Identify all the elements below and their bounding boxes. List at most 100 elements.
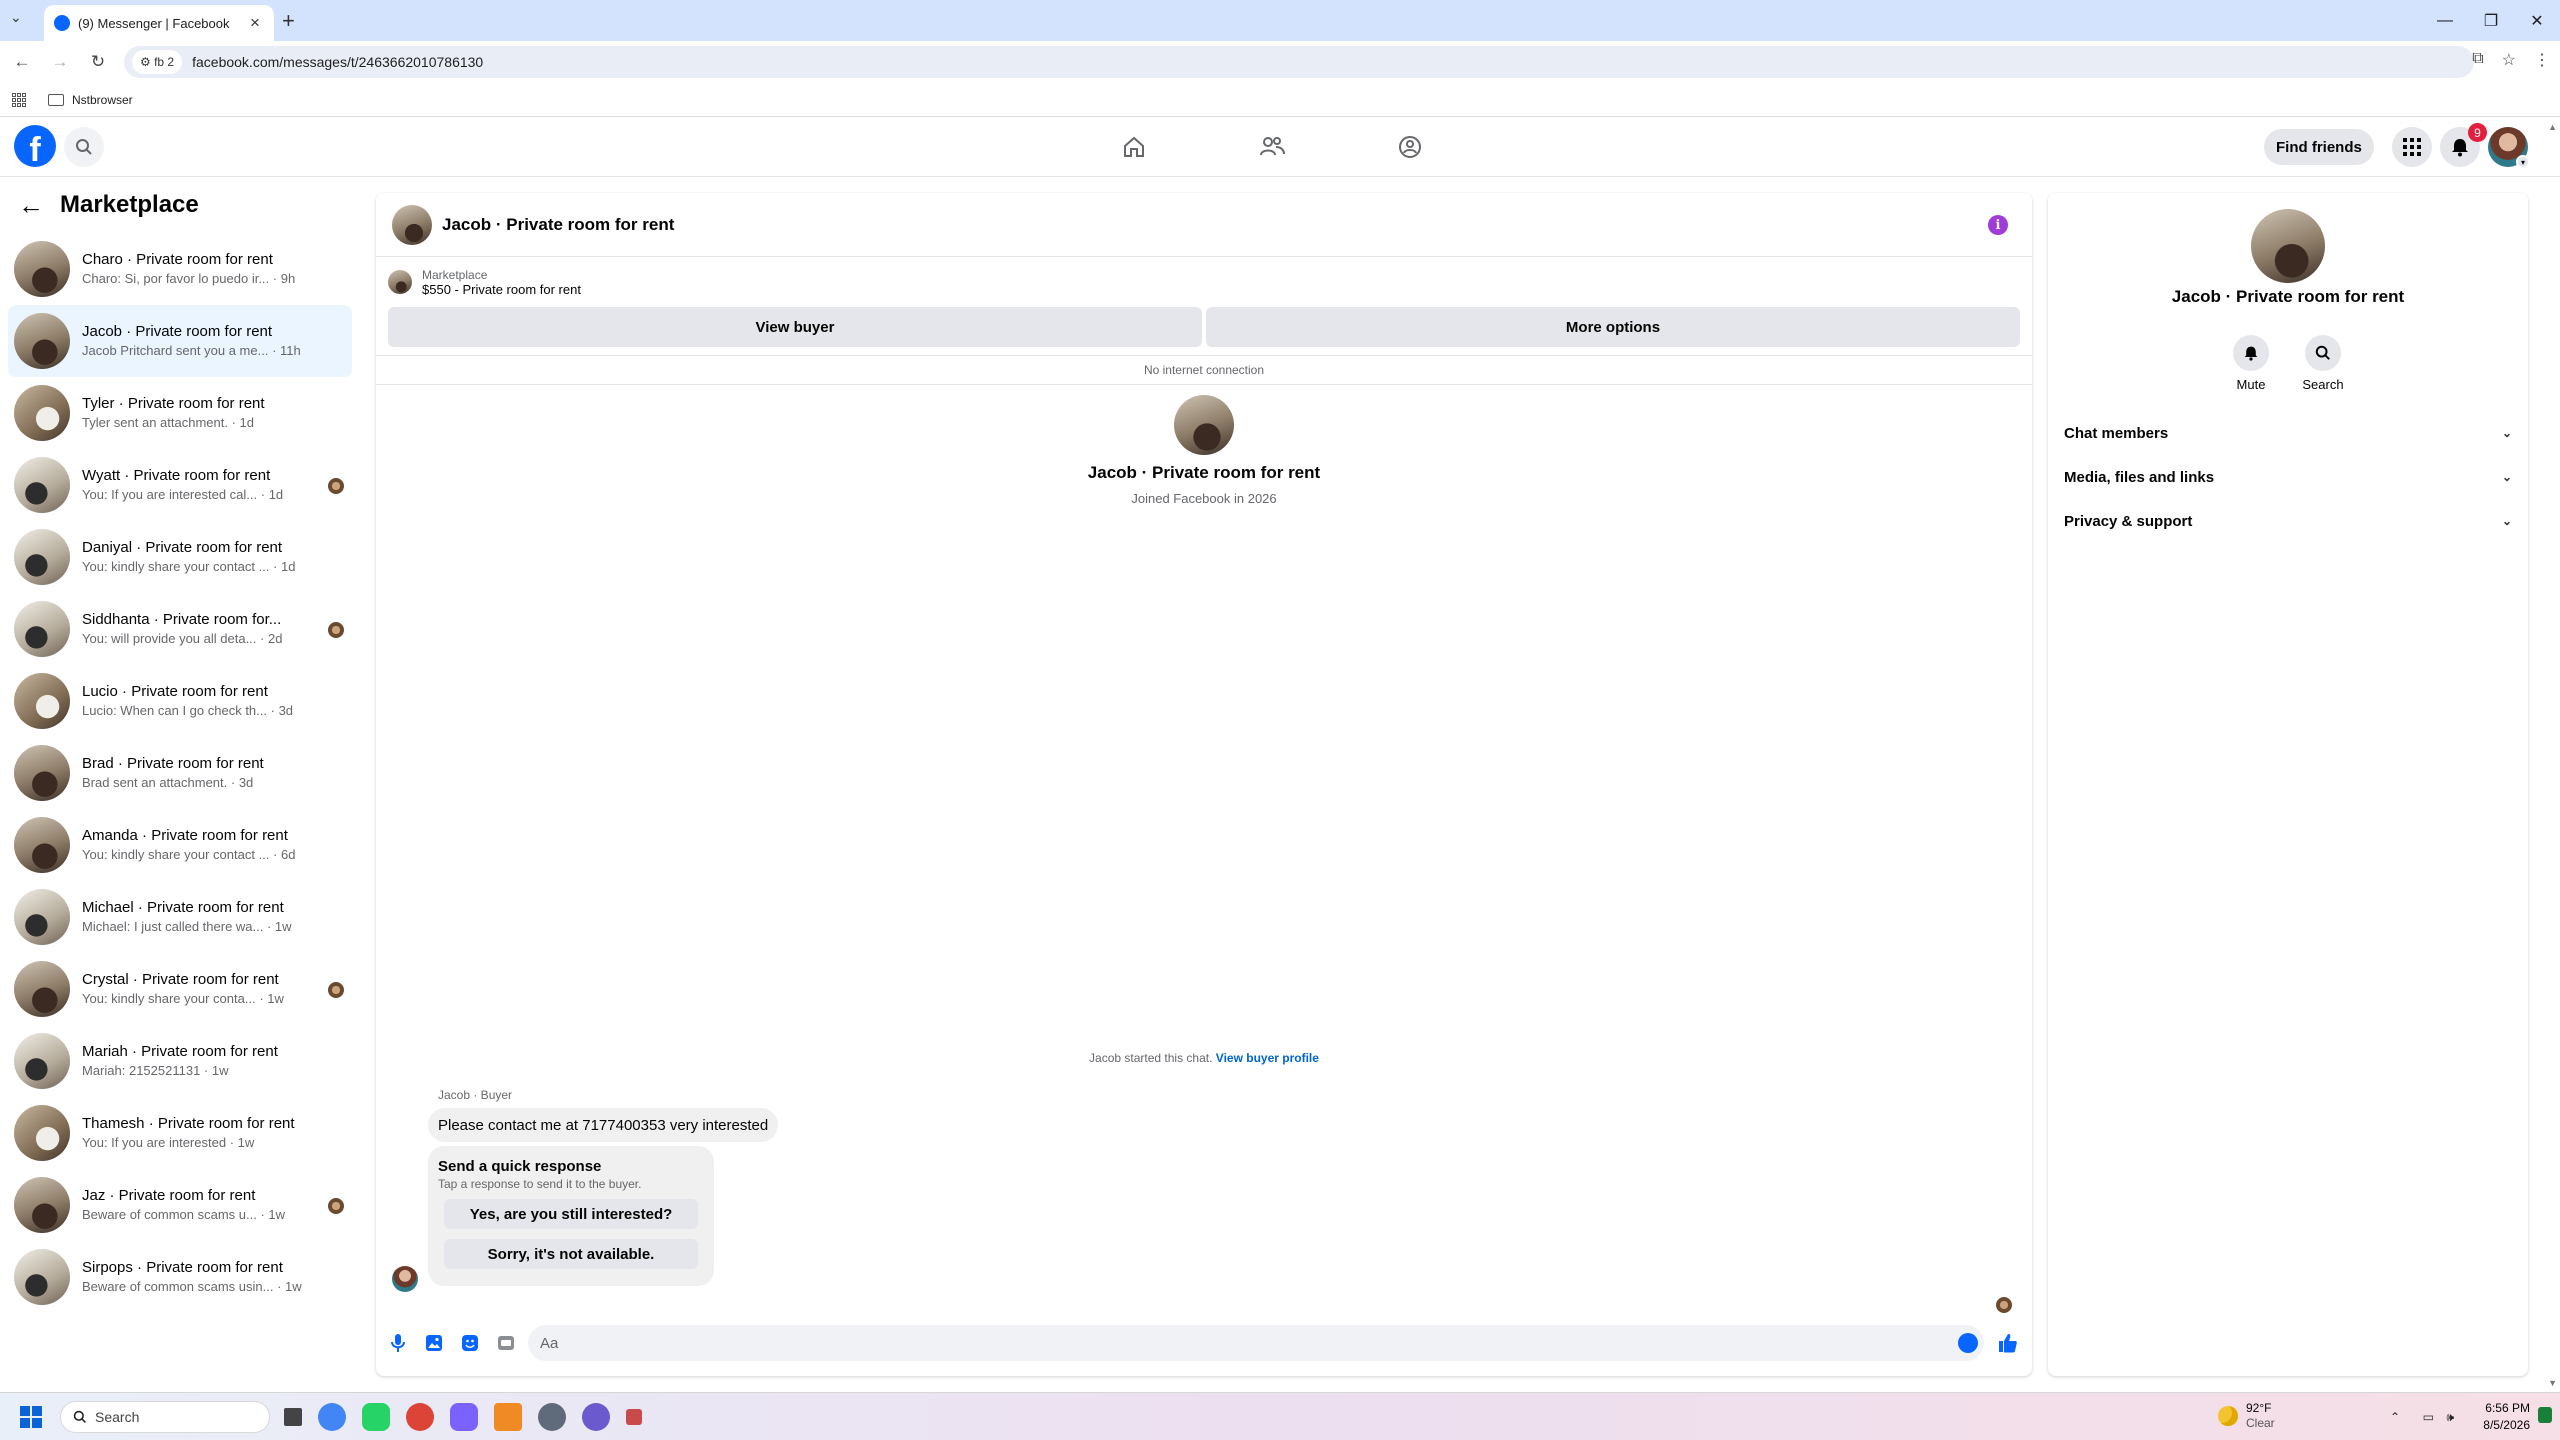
conversation-item[interactable]: Brad · Private room for rent Brad sent an… bbox=[8, 737, 352, 809]
more-options-button[interactable]: More options bbox=[1206, 307, 2020, 347]
windows-start-icon[interactable] bbox=[20, 1405, 42, 1428]
chat-avatar[interactable] bbox=[392, 204, 432, 245]
info-icon[interactable]: i bbox=[1988, 215, 2008, 235]
bookmark-star-icon[interactable]: ☆ bbox=[2502, 50, 2516, 70]
conversation-preview-text: Brad sent an attachment. bbox=[82, 775, 228, 790]
details-avatar[interactable] bbox=[2251, 209, 2325, 283]
browser-tab-messenger[interactable]: (9) Messenger | Facebook × bbox=[44, 5, 274, 41]
intro-avatar[interactable] bbox=[1174, 395, 1234, 455]
new-tab-icon[interactable]: + bbox=[282, 8, 295, 34]
conversation-time: · 1w bbox=[203, 1063, 229, 1078]
chat-title[interactable]: Jacob · Private room for rent bbox=[442, 215, 674, 235]
conversation-preview-text: Beware of common scams usin... bbox=[82, 1279, 274, 1294]
conversation-title: Crystal · Private room for rent bbox=[82, 971, 279, 988]
conversation-preview-text: You: If you are interested cal... bbox=[82, 487, 258, 502]
back-icon[interactable]: ← bbox=[6, 46, 38, 78]
chrome-icon[interactable] bbox=[318, 1402, 346, 1431]
emoji-icon[interactable] bbox=[1958, 1333, 1978, 1353]
close-window-icon[interactable]: ✕ bbox=[2514, 0, 2560, 41]
browser-menu-icon[interactable]: ⋮ bbox=[2534, 50, 2550, 70]
apps-grid-icon[interactable] bbox=[12, 92, 26, 107]
conversation-time: · 3d bbox=[230, 775, 254, 790]
gif-icon[interactable] bbox=[488, 1325, 524, 1361]
conversation-item[interactable]: Lucio · Private room for rent Lucio: When… bbox=[8, 665, 352, 737]
notification-center-icon[interactable] bbox=[2538, 1407, 2552, 1423]
conversation-item[interactable]: Tyler · Private room for rent Tyler sent … bbox=[8, 377, 352, 449]
conversation-time: · 1w bbox=[266, 919, 292, 934]
back-arrow-icon[interactable]: ← bbox=[18, 190, 44, 221]
tray-chevron-icon[interactable]: ⌃ bbox=[2390, 1410, 2400, 1424]
sticker-icon[interactable] bbox=[452, 1325, 488, 1361]
quick-response-subtitle: Tap a response to send it to the buyer. bbox=[438, 1177, 642, 1191]
thumbs-up-icon[interactable] bbox=[1990, 1325, 2026, 1361]
listing-summary[interactable]: Marketplace $550 - Private room for rent bbox=[376, 257, 2032, 307]
url-text[interactable]: facebook.com/messages/t/2463662010786130 bbox=[192, 54, 483, 70]
conversation-item[interactable]: Michael · Private room for rent Michael: … bbox=[8, 881, 352, 953]
conversation-item[interactable]: Sirpops · Private room for rent Beware of… bbox=[8, 1241, 352, 1313]
message-input[interactable]: Aa bbox=[528, 1325, 1984, 1361]
pinned-app-icon[interactable] bbox=[626, 1408, 642, 1425]
browser-app-icon[interactable] bbox=[582, 1402, 610, 1431]
view-buyer-profile-link[interactable]: View buyer profile bbox=[1216, 1051, 1319, 1065]
listing-source: Marketplace bbox=[422, 267, 488, 282]
app-icon[interactable] bbox=[450, 1402, 478, 1431]
system-clock[interactable]: 6:56 PM 8/5/2026 bbox=[2470, 1400, 2530, 1434]
weather-widget[interactable]: 92°F Clear bbox=[2218, 1401, 2275, 1431]
conversation-item[interactable]: Jaz · Private room for rent Beware of com… bbox=[8, 1169, 352, 1241]
volume-icon[interactable]: 🕪 bbox=[2446, 1410, 2454, 1425]
scroll-up-arrow-icon[interactable]: ▲ bbox=[2548, 122, 2557, 132]
network-icon[interactable]: ▭ bbox=[2423, 1410, 2434, 1424]
install-app-icon[interactable]: ⧉ bbox=[2472, 50, 2483, 70]
whatsapp-icon[interactable] bbox=[362, 1402, 390, 1431]
message-bubble[interactable]: Please contact me at 7177400353 very int… bbox=[428, 1108, 779, 1142]
conversation-item[interactable]: Amanda · Private room for rent You: kindl… bbox=[8, 809, 352, 881]
conversation-item[interactable]: Thamesh · Private room for rent You: If y… bbox=[8, 1097, 352, 1169]
conversation-item[interactable]: Crystal · Private room for rent You: kind… bbox=[8, 953, 352, 1025]
facebook-logo-icon[interactable]: f bbox=[14, 125, 56, 167]
account-chevron-icon[interactable]: ▾ bbox=[2516, 155, 2530, 169]
search-icon[interactable] bbox=[64, 127, 104, 167]
conversation-item[interactable]: Daniyal · Private room for rent You: kind… bbox=[8, 521, 352, 593]
microphone-icon[interactable] bbox=[380, 1325, 416, 1361]
close-tab-icon[interactable]: × bbox=[246, 13, 264, 33]
minimize-icon[interactable]: — bbox=[2422, 0, 2468, 41]
bookmarks-bar: Nstbrowser bbox=[0, 83, 2560, 117]
restore-icon[interactable]: ❐ bbox=[2468, 0, 2514, 41]
conversation-item[interactable]: Mariah · Private room for rent Mariah: 21… bbox=[8, 1025, 352, 1097]
chat-started-notice: Jacob started this chat. View buyer prof… bbox=[376, 1051, 2032, 1065]
photo-icon[interactable] bbox=[416, 1325, 452, 1361]
quick-response-yes-button[interactable]: Yes, are you still interested? bbox=[444, 1199, 698, 1229]
search-in-chat-button[interactable]: Search bbox=[2293, 335, 2353, 392]
reload-icon[interactable]: ↻ bbox=[82, 46, 114, 78]
find-friends-button[interactable]: Find friends bbox=[2264, 129, 2374, 165]
view-buyer-button[interactable]: View buyer bbox=[388, 307, 1202, 347]
address-bar[interactable]: ⚙ fb 2 facebook.com/messages/t/246366201… bbox=[124, 46, 2474, 78]
conversation-avatar bbox=[14, 1177, 70, 1233]
connection-status: No internet connection bbox=[376, 355, 2032, 385]
settings-icon[interactable] bbox=[538, 1402, 566, 1431]
conversation-item[interactable]: Charo · Private room for rent Charo: Si, … bbox=[8, 233, 352, 305]
privacy-support-section[interactable]: Privacy & support ⌄ bbox=[2064, 499, 2512, 543]
groups-icon[interactable] bbox=[1390, 129, 1430, 165]
conversation-avatar bbox=[14, 457, 70, 513]
media-files-links-section[interactable]: Media, files and links ⌄ bbox=[2064, 455, 2512, 499]
taskbar-search[interactable]: Search bbox=[60, 1400, 270, 1433]
mute-button[interactable]: Mute bbox=[2221, 335, 2281, 392]
friends-icon[interactable] bbox=[1252, 129, 1292, 165]
chat-members-section[interactable]: Chat members ⌄ bbox=[2064, 411, 2512, 455]
forward-icon[interactable]: → bbox=[44, 46, 76, 78]
conversation-item[interactable]: Siddhanta · Private room for... You: will… bbox=[8, 593, 352, 665]
home-icon[interactable] bbox=[1114, 129, 1154, 165]
file-explorer-icon[interactable] bbox=[284, 1407, 302, 1426]
profile-label: fb 2 bbox=[154, 55, 175, 69]
menu-grid-icon[interactable] bbox=[2392, 127, 2432, 167]
chrome-profile-icon[interactable] bbox=[406, 1402, 434, 1431]
bookmark-folder[interactable]: Nstbrowser bbox=[48, 93, 133, 107]
tab-list-chevron-icon[interactable]: ⌄ bbox=[10, 9, 22, 26]
conversation-item[interactable]: Jacob · Private room for rent Jacob Pritc… bbox=[8, 305, 352, 377]
vlc-icon[interactable] bbox=[494, 1402, 522, 1431]
quick-response-sorry-button[interactable]: Sorry, it's not available. bbox=[444, 1239, 698, 1269]
conversation-item[interactable]: Wyatt · Private room for rent You: If you… bbox=[8, 449, 352, 521]
site-profile-chip[interactable]: ⚙ fb 2 bbox=[132, 50, 183, 74]
scroll-down-arrow-icon[interactable]: ▼ bbox=[2548, 1378, 2557, 1388]
